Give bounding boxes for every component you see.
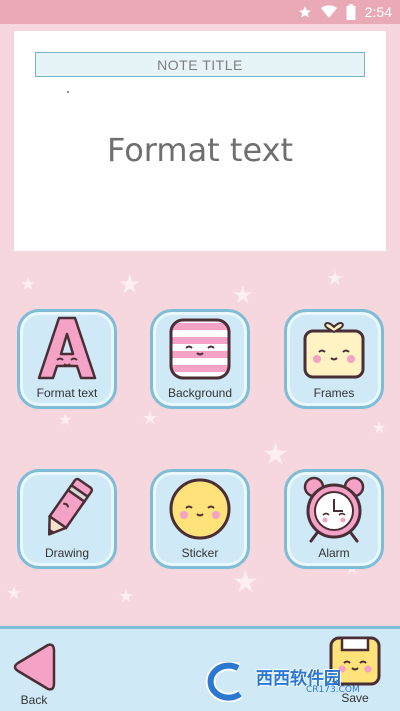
frames-button[interactable]: Frames [284, 309, 384, 409]
frame-icon [287, 314, 381, 384]
star-icon: ★ [262, 437, 289, 472]
drawing-button[interactable]: Drawing [17, 469, 117, 569]
note-preview: NOTE TITLE Format text [14, 31, 386, 251]
back-arrow-icon [13, 643, 56, 691]
alarm-button[interactable]: Alarm [284, 469, 384, 569]
star-icon: ★ [118, 270, 142, 300]
background-label: Background [167, 386, 233, 400]
note-body-text[interactable]: Format text [14, 131, 386, 169]
sticker-label: Sticker [181, 546, 219, 560]
star-icon: ★ [118, 586, 135, 607]
alarm-label: Alarm [318, 546, 350, 560]
star-icon: ★ [232, 281, 254, 309]
star-icon [298, 5, 312, 19]
alarm-clock-icon [287, 474, 381, 544]
frames-label: Frames [313, 386, 355, 400]
cursor-dot [67, 91, 69, 93]
watermark-subtext: CR173.COM [306, 685, 360, 695]
striped-square-icon [153, 314, 247, 384]
watermark: 西西软件园 CR173.COM [204, 660, 382, 704]
wifi-icon [320, 5, 337, 19]
star-icon: ★ [326, 266, 344, 290]
note-title-field[interactable]: NOTE TITLE [35, 52, 365, 77]
star-icon: ★ [6, 583, 23, 604]
drawing-label: Drawing [44, 546, 89, 560]
star-icon: ★ [372, 418, 387, 437]
back-label: Back [20, 693, 48, 707]
watermark-logo-icon [205, 662, 243, 702]
format-text-label: Format text [36, 386, 98, 400]
format-text-button[interactable]: Format text [17, 309, 117, 409]
status-bar: 2:54 [0, 0, 400, 24]
status-time: 2:54 [364, 4, 392, 20]
star-icon: ★ [20, 274, 37, 295]
star-icon: ★ [232, 565, 259, 600]
background-button[interactable]: Background [150, 309, 250, 409]
star-icon: ★ [142, 408, 159, 429]
back-button[interactable]: Back [8, 641, 60, 711]
pencil-icon [20, 474, 114, 544]
sticker-button[interactable]: Sticker [150, 469, 250, 569]
smiley-sticker-icon [153, 474, 247, 544]
star-icon: ★ [58, 410, 73, 429]
letter-a-icon [20, 314, 114, 384]
battery-icon [346, 4, 356, 20]
